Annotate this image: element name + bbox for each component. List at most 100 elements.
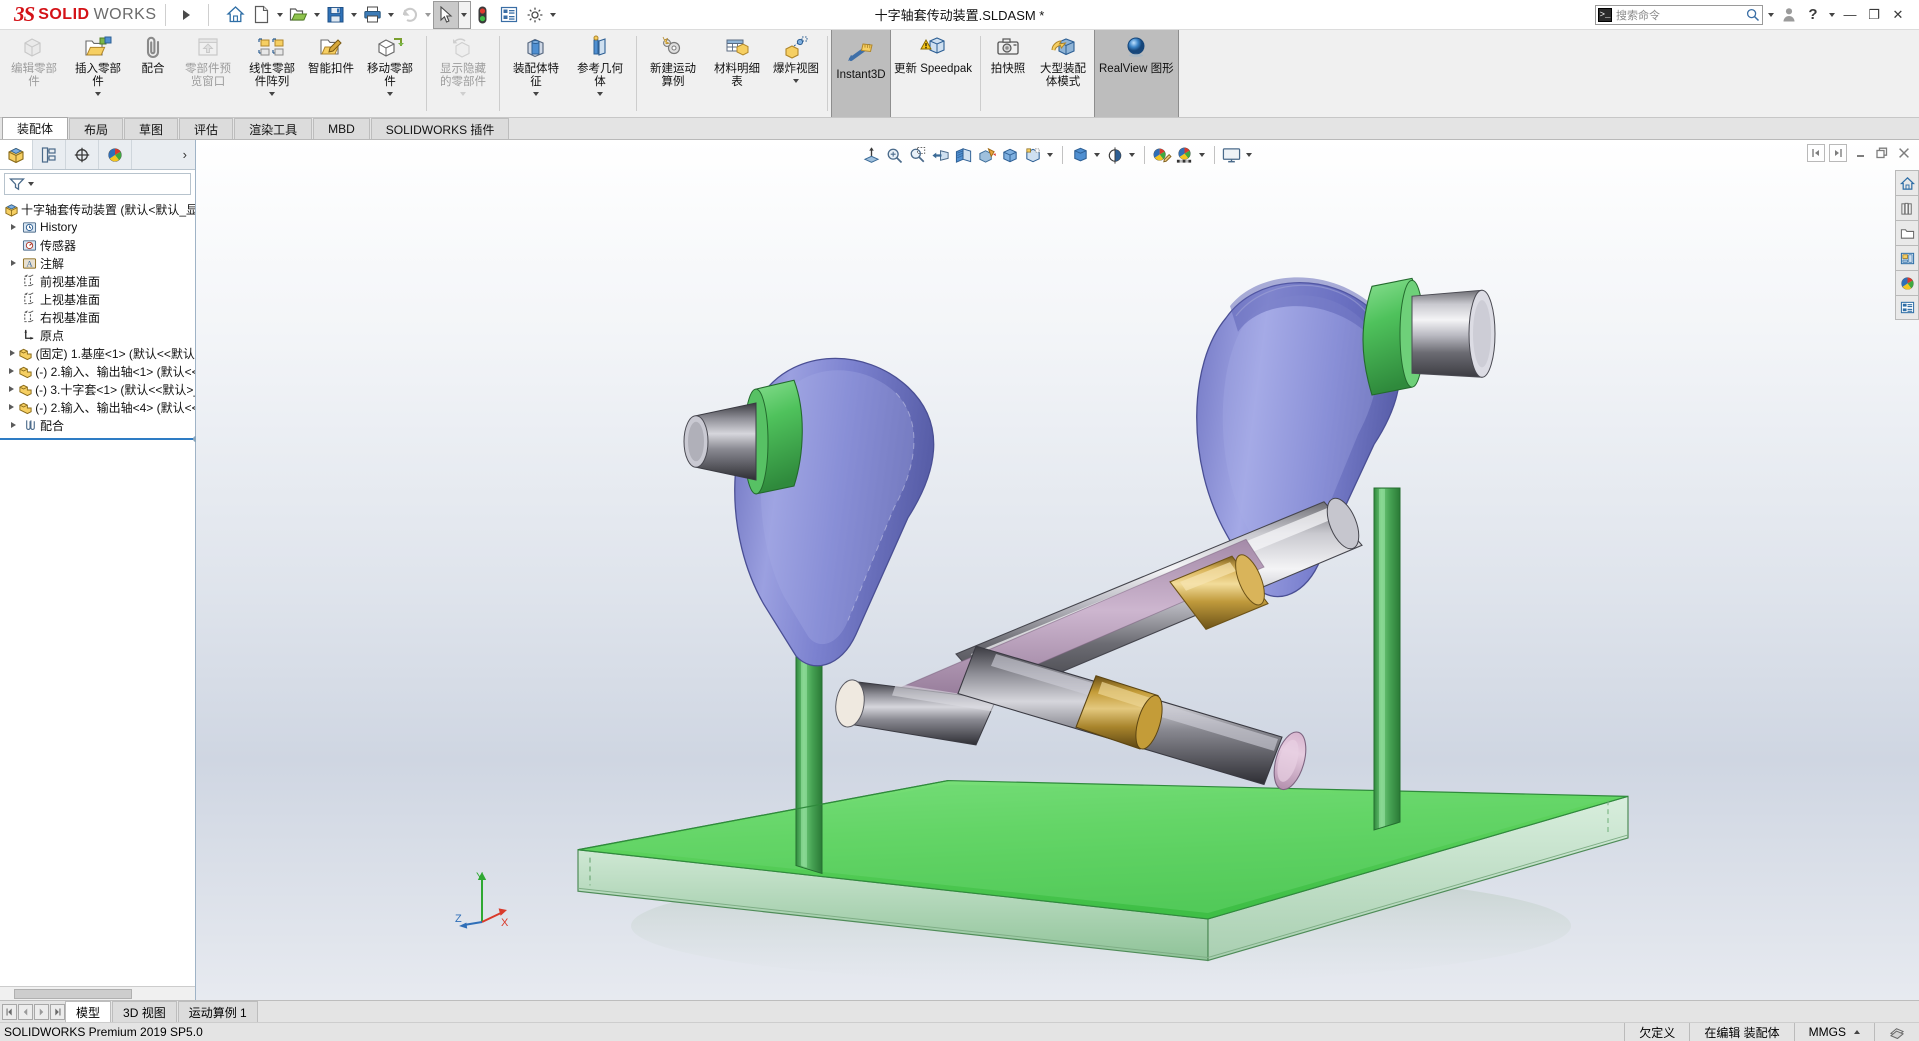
- home-icon[interactable]: [223, 2, 249, 28]
- viewport-dropdown[interactable]: [1244, 143, 1255, 167]
- status-units[interactable]: MMGS: [1793, 1022, 1874, 1041]
- tree-node-history[interactable]: History: [0, 218, 195, 236]
- new-document-icon[interactable]: [249, 2, 275, 28]
- custom-properties-icon[interactable]: [1895, 295, 1919, 320]
- tree-node-part-base[interactable]: (固定) 1.基座<1> (默认<<默认>_显: [0, 344, 195, 362]
- feature-tree-tab[interactable]: [0, 140, 33, 169]
- doc-tab-model[interactable]: 模型: [65, 1001, 112, 1022]
- tree-node-sensors[interactable]: 传感器: [0, 236, 195, 254]
- new-document-dropdown[interactable]: [275, 2, 286, 28]
- dropdown-caret-icon[interactable]: [95, 89, 101, 98]
- edit-appearance-icon[interactable]: [1069, 143, 1091, 167]
- previous-view-icon[interactable]: [930, 143, 952, 167]
- ribbon-button-large-assembly-mode[interactable]: 大型装配体模式: [1031, 30, 1095, 117]
- view-palette-icon[interactable]: [1895, 245, 1919, 270]
- scrollbar-thumb[interactable]: [14, 989, 132, 999]
- previous-tab-button[interactable]: [18, 1003, 33, 1020]
- ribbon-button-insert-component[interactable]: 插入零部件: [66, 30, 130, 117]
- zoom-to-area-icon[interactable]: [884, 143, 906, 167]
- doc-tab-motion-study[interactable]: 运动算例 1: [177, 1001, 258, 1022]
- last-tab-button[interactable]: [50, 1003, 65, 1020]
- ribbon-button-update-speedpak[interactable]: 更新 Speedpak: [890, 30, 976, 117]
- view-orientation-icon[interactable]: [976, 143, 998, 167]
- scene-dropdown[interactable]: [1197, 143, 1208, 167]
- ribbon-button-new-motion-study[interactable]: 新建运动算例: [641, 30, 705, 117]
- undo-icon[interactable]: [397, 2, 423, 28]
- ribbon-button-mate[interactable]: 配合: [130, 30, 176, 117]
- expand-arrow-icon[interactable]: [6, 422, 20, 428]
- ribbon-button-realview-graphics[interactable]: RealView 图形: [1094, 30, 1179, 117]
- tree-node-mates[interactable]: 配合: [0, 416, 195, 434]
- search-input[interactable]: 搜索命令: [1616, 7, 1742, 23]
- tab-solidworks-addins[interactable]: SOLIDWORKS 插件: [370, 118, 510, 139]
- ribbon-button-smart-fastener[interactable]: 智能扣件: [304, 30, 358, 117]
- dropdown-caret-icon[interactable]: [793, 76, 799, 85]
- print-dropdown[interactable]: [386, 2, 397, 28]
- expand-arrow-icon[interactable]: [6, 404, 18, 410]
- select-cursor-icon[interactable]: [432, 0, 460, 29]
- tree-node-right-plane[interactable]: 右视基准面: [0, 308, 195, 326]
- ribbon-button-instant3d[interactable]: Instant3D: [831, 30, 891, 117]
- collapse-left-icon[interactable]: [1807, 144, 1825, 162]
- tab-layout[interactable]: 布局: [69, 118, 124, 139]
- minimize-window-icon[interactable]: [1851, 144, 1869, 162]
- expand-arrow-icon[interactable]: [6, 260, 20, 266]
- configuration-manager-tab[interactable]: [66, 140, 99, 169]
- ribbon-button-snapshot[interactable]: 拍快照: [985, 30, 1031, 117]
- help-button[interactable]: ?: [1802, 4, 1824, 26]
- ribbon-button-show-hidden-components[interactable]: 显示隐藏的零部件: [431, 30, 495, 117]
- open-dropdown[interactable]: [312, 2, 323, 28]
- search-dropdown[interactable]: [1765, 2, 1776, 28]
- view-settings-dropdown[interactable]: [1127, 143, 1138, 167]
- dropdown-caret-icon[interactable]: [460, 89, 466, 98]
- ribbon-button-linear-pattern[interactable]: 线性零部件阵列: [240, 30, 304, 117]
- tab-assembly[interactable]: 装配体: [2, 117, 69, 139]
- search-box[interactable]: >_ 搜索命令: [1595, 4, 1763, 25]
- tab-render-tools[interactable]: 渲染工具: [234, 118, 313, 139]
- tree-node-part-shaft-4[interactable]: (-) 2.输入、输出轴<4> (默认<<默认: [0, 398, 195, 416]
- appearances-scenes-icon[interactable]: [1895, 270, 1919, 295]
- more-tabs-button[interactable]: ›: [183, 147, 195, 162]
- apply-scene-background-icon[interactable]: [1174, 143, 1196, 167]
- graphics-area[interactable]: Y X Z: [196, 140, 1919, 1000]
- view-settings-icon[interactable]: [1104, 143, 1126, 167]
- dropdown-caret-icon[interactable]: [597, 89, 603, 98]
- expand-right-icon[interactable]: [1829, 144, 1847, 162]
- ribbon-button-exploded-view[interactable]: 爆炸视图: [769, 30, 823, 117]
- tree-node-part-shaft-1[interactable]: (-) 2.输入、输出轴<1> (默认<<默认: [0, 362, 195, 380]
- print-icon[interactable]: [360, 2, 386, 28]
- user-account-icon[interactable]: [1778, 4, 1800, 26]
- tree-node-annotations[interactable]: A 注解: [0, 254, 195, 272]
- first-tab-button[interactable]: [2, 1003, 17, 1020]
- expand-arrow-icon[interactable]: [6, 386, 18, 392]
- expand-arrow-icon[interactable]: [6, 350, 18, 356]
- apply-scene-icon[interactable]: [1151, 143, 1173, 167]
- zoom-to-selection-icon[interactable]: [907, 143, 929, 167]
- hide-show-items-icon[interactable]: [1022, 143, 1044, 167]
- tab-mbd[interactable]: MBD: [313, 118, 370, 139]
- appearance-dropdown[interactable]: [1092, 143, 1103, 167]
- display-style-icon[interactable]: [999, 143, 1021, 167]
- tree-node-part-cross-sleeve[interactable]: (-) 3.十字套<1> (默认<<默认>_显示: [0, 380, 195, 398]
- tab-sketch[interactable]: 草图: [124, 118, 179, 139]
- menu-expand-button[interactable]: [174, 2, 200, 28]
- restore-button[interactable]: ❐: [1863, 4, 1885, 26]
- open-folder-icon[interactable]: [286, 2, 312, 28]
- dropdown-caret-icon[interactable]: [269, 89, 275, 98]
- ribbon-button-reference-geometry[interactable]: 参考几何体: [568, 30, 632, 117]
- tree-node-front-plane[interactable]: 前视基准面: [0, 272, 195, 290]
- gear-icon[interactable]: [522, 2, 548, 28]
- save-icon[interactable]: [323, 2, 349, 28]
- ribbon-button-assembly-feature[interactable]: 装配体特征: [504, 30, 568, 117]
- tab-evaluate[interactable]: 评估: [179, 118, 234, 139]
- expand-arrow-icon[interactable]: [6, 224, 20, 230]
- display-manager-tab[interactable]: [99, 140, 132, 169]
- tree-node-origin[interactable]: 原点: [0, 326, 195, 344]
- rebuild-icon[interactable]: [470, 2, 496, 28]
- save-dropdown[interactable]: [349, 2, 360, 28]
- help-dropdown[interactable]: [1826, 2, 1837, 28]
- ribbon-button-edit-component[interactable]: 编辑零部件: [2, 30, 66, 117]
- options-list-icon[interactable]: [496, 2, 522, 28]
- zoom-to-fit-icon[interactable]: [861, 143, 883, 167]
- feature-tree-hscrollbar[interactable]: [0, 986, 195, 1000]
